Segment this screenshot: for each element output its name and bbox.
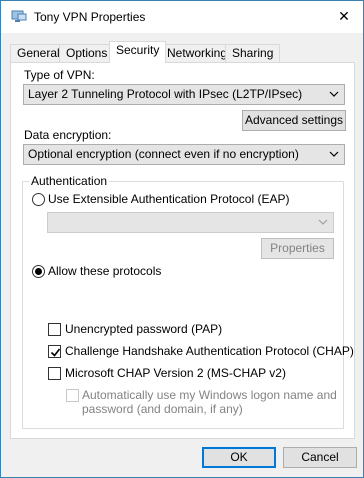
pap-checkbox[interactable] <box>48 323 61 336</box>
eap-radio-label[interactable]: Use Extensible Authentication Protocol (… <box>48 192 289 206</box>
chevron-down-icon <box>328 146 340 162</box>
cancel-button[interactable]: Cancel <box>283 447 357 468</box>
auto-logon-label-line2: password (and domain, if any) <box>82 402 243 416</box>
network-connection-icon <box>11 10 27 24</box>
ok-button[interactable]: OK <box>202 447 276 468</box>
advanced-settings-button[interactable]: Advanced settings <box>242 110 346 131</box>
tab-networking[interactable]: Networking <box>160 44 235 63</box>
tab-options[interactable]: Options <box>59 44 115 63</box>
tab-sharing[interactable]: Sharing <box>225 44 281 63</box>
window-title: Tony VPN Properties <box>34 10 146 24</box>
data-encryption-value: Optional encryption (connect even if no … <box>28 147 299 161</box>
allow-protocols-label[interactable]: Allow these protocols <box>48 264 161 278</box>
radio-selected-dot <box>35 268 42 275</box>
data-encryption-label: Data encryption: <box>24 128 112 142</box>
chevron-down-icon <box>328 86 340 102</box>
chevron-down-icon <box>317 214 329 230</box>
eap-radio[interactable] <box>32 193 45 206</box>
pap-label[interactable]: Unencrypted password (PAP) <box>65 322 222 336</box>
checkmark-icon <box>50 348 61 357</box>
allow-protocols-radio[interactable] <box>32 265 45 278</box>
vpn-properties-dialog: Tony VPN Properties ✕ General Options Se… <box>0 0 364 478</box>
eap-properties-button[interactable]: Properties <box>261 238 334 259</box>
auto-logon-label-line1: Automatically use my Windows logon name … <box>82 388 337 402</box>
vpn-type-value: Layer 2 Tunneling Protocol with IPsec (L… <box>28 87 303 101</box>
close-icon[interactable]: ✕ <box>333 5 355 27</box>
security-tab-panel: Type of VPN: Layer 2 Tunneling Protocol … <box>10 62 355 439</box>
vpn-type-label: Type of VPN: <box>24 68 95 82</box>
chap-label[interactable]: Challenge Handshake Authentication Proto… <box>65 344 354 358</box>
authentication-group: Authentication Use Extensible Authentica… <box>22 174 354 429</box>
title-bar[interactable]: Tony VPN Properties ✕ <box>1 1 363 33</box>
tab-security[interactable]: Security <box>109 41 167 63</box>
authentication-legend: Authentication <box>29 174 110 188</box>
auto-logon-checkbox[interactable] <box>66 389 79 402</box>
eap-method-select[interactable] <box>47 212 334 233</box>
data-encryption-select[interactable]: Optional encryption (connect even if no … <box>23 144 345 165</box>
mschapv2-label[interactable]: Microsoft CHAP Version 2 (MS-CHAP v2) <box>65 366 286 380</box>
mschapv2-checkbox[interactable] <box>48 367 61 380</box>
chap-checkbox[interactable] <box>48 345 61 358</box>
vpn-type-select[interactable]: Layer 2 Tunneling Protocol with IPsec (L… <box>23 84 345 105</box>
